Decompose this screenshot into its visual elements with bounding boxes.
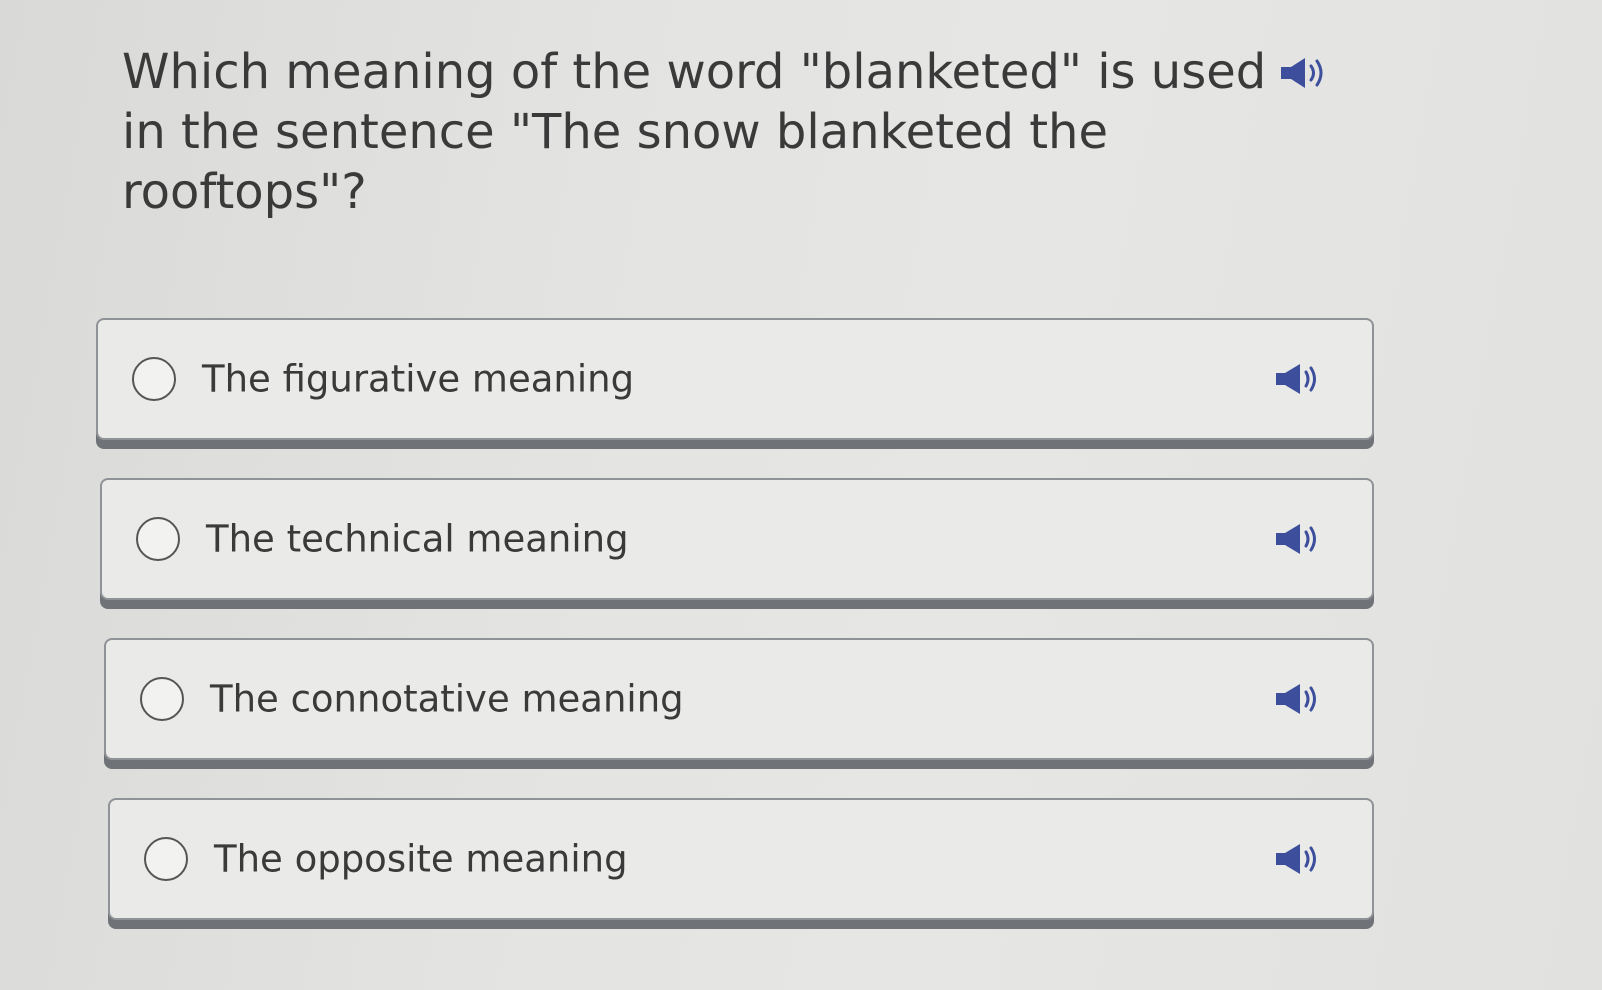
answer-options: The figurative meaning The technical mea…	[96, 318, 1374, 958]
option-label: The opposite meaning	[214, 837, 628, 881]
option-opposite[interactable]: The opposite meaning	[108, 798, 1374, 920]
radio-button[interactable]	[132, 357, 176, 401]
question-text: Which meaning of the word "blanketed" is…	[122, 44, 1267, 220]
radio-button[interactable]	[136, 517, 180, 561]
question-speaker-icon[interactable]	[1277, 55, 1329, 91]
option-label: The technical meaning	[206, 517, 629, 561]
radio-button[interactable]	[144, 837, 188, 881]
option-connotative[interactable]: The connotative meaning	[104, 638, 1374, 760]
speaker-icon[interactable]	[1272, 842, 1322, 876]
speaker-icon[interactable]	[1272, 682, 1322, 716]
option-figurative[interactable]: The figurative meaning	[96, 318, 1374, 440]
option-label: The figurative meaning	[202, 357, 635, 401]
option-technical[interactable]: The technical meaning	[100, 478, 1374, 600]
radio-button[interactable]	[140, 677, 184, 721]
speaker-icon[interactable]	[1272, 362, 1322, 396]
speaker-icon[interactable]	[1272, 522, 1322, 556]
option-label: The connotative meaning	[210, 677, 684, 721]
